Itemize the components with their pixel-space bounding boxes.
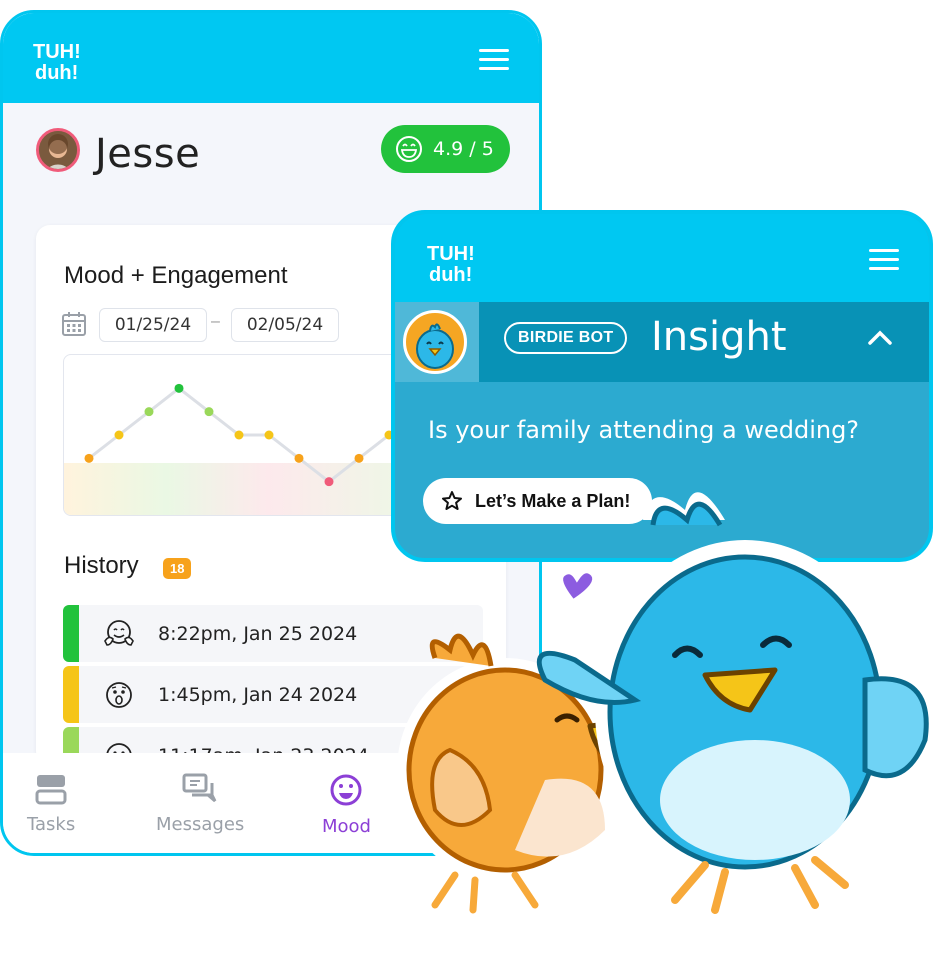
app-logo: TUH! duh! [427, 243, 475, 285]
hug-face-icon [104, 620, 134, 646]
chart-point[interactable] [204, 407, 214, 417]
insight-app-header: TUH! duh! [395, 214, 929, 302]
mood-color-bar [63, 666, 79, 723]
tab-label: Messages [156, 814, 245, 835]
history-time: 8:22pm, Jan 25 2024 [158, 623, 358, 645]
menu-icon[interactable] [479, 49, 509, 71]
svg-text:TUH!: TUH! [427, 243, 475, 265]
grin-face-icon [396, 136, 422, 162]
tab-messages[interactable]: Messages [156, 773, 244, 835]
calendar-icon[interactable] [62, 311, 86, 337]
svg-text:duh!: duh! [429, 264, 472, 285]
date-to-input[interactable]: 02/05/24 [231, 308, 339, 342]
blue-bird-icon [536, 492, 929, 914]
messages-icon [182, 773, 217, 803]
bird-avatar-icon [403, 310, 467, 374]
insight-question: Is your family attending a wedding? [428, 416, 860, 444]
chart-point[interactable] [144, 407, 154, 417]
date-from-input[interactable]: 01/25/24 [99, 308, 207, 342]
bot-label-chip: BIRDIE BOT [504, 322, 628, 354]
history-title: History [64, 552, 139, 579]
mood-color-bar [63, 605, 79, 662]
bot-avatar-tile [395, 302, 479, 382]
date-separator: – [211, 313, 220, 330]
tasks-icon [35, 775, 67, 805]
heart-icon [558, 568, 598, 606]
mood-score: 4.9 / 5 [433, 138, 494, 160]
svg-text:TUH!: TUH! [33, 41, 81, 63]
mood-score-badge[interactable]: 4.9 / 5 [381, 125, 510, 173]
app-logo: TUH! duh! [33, 41, 81, 83]
mood-chart [63, 354, 405, 516]
history-time: 1:45pm, Jan 24 2024 [158, 684, 358, 706]
surprised-face-icon [106, 682, 132, 708]
tab-label: Tasks [27, 814, 76, 835]
mood-icon [330, 774, 362, 806]
svg-text:duh!: duh! [35, 62, 78, 83]
tab-tasks[interactable]: Tasks [27, 773, 75, 835]
chevron-up-icon[interactable] [867, 328, 893, 346]
chart-area [64, 463, 404, 515]
history-count-badge: 18 [163, 558, 192, 579]
app-header: TUH! duh! [3, 13, 539, 103]
avatar [36, 128, 80, 172]
chart-point[interactable] [114, 430, 124, 440]
insight-title: Insight [651, 314, 787, 360]
insight-header: BIRDIE BOT Insight [395, 302, 929, 382]
card-title: Mood + Engagement [64, 262, 288, 289]
user-name: Jesse [95, 131, 201, 177]
chart-point[interactable] [234, 430, 244, 440]
tab-mood[interactable]: Mood [322, 773, 371, 837]
chart-point[interactable] [174, 383, 184, 393]
chart-point[interactable] [264, 430, 274, 440]
tab-label: Mood [322, 816, 371, 837]
chart-point[interactable] [324, 477, 334, 487]
birds-mascot-illustration [397, 492, 929, 914]
chart-point[interactable] [84, 453, 94, 463]
menu-icon[interactable] [869, 249, 899, 271]
chart-point[interactable] [294, 453, 304, 463]
chart-point[interactable] [354, 453, 364, 463]
